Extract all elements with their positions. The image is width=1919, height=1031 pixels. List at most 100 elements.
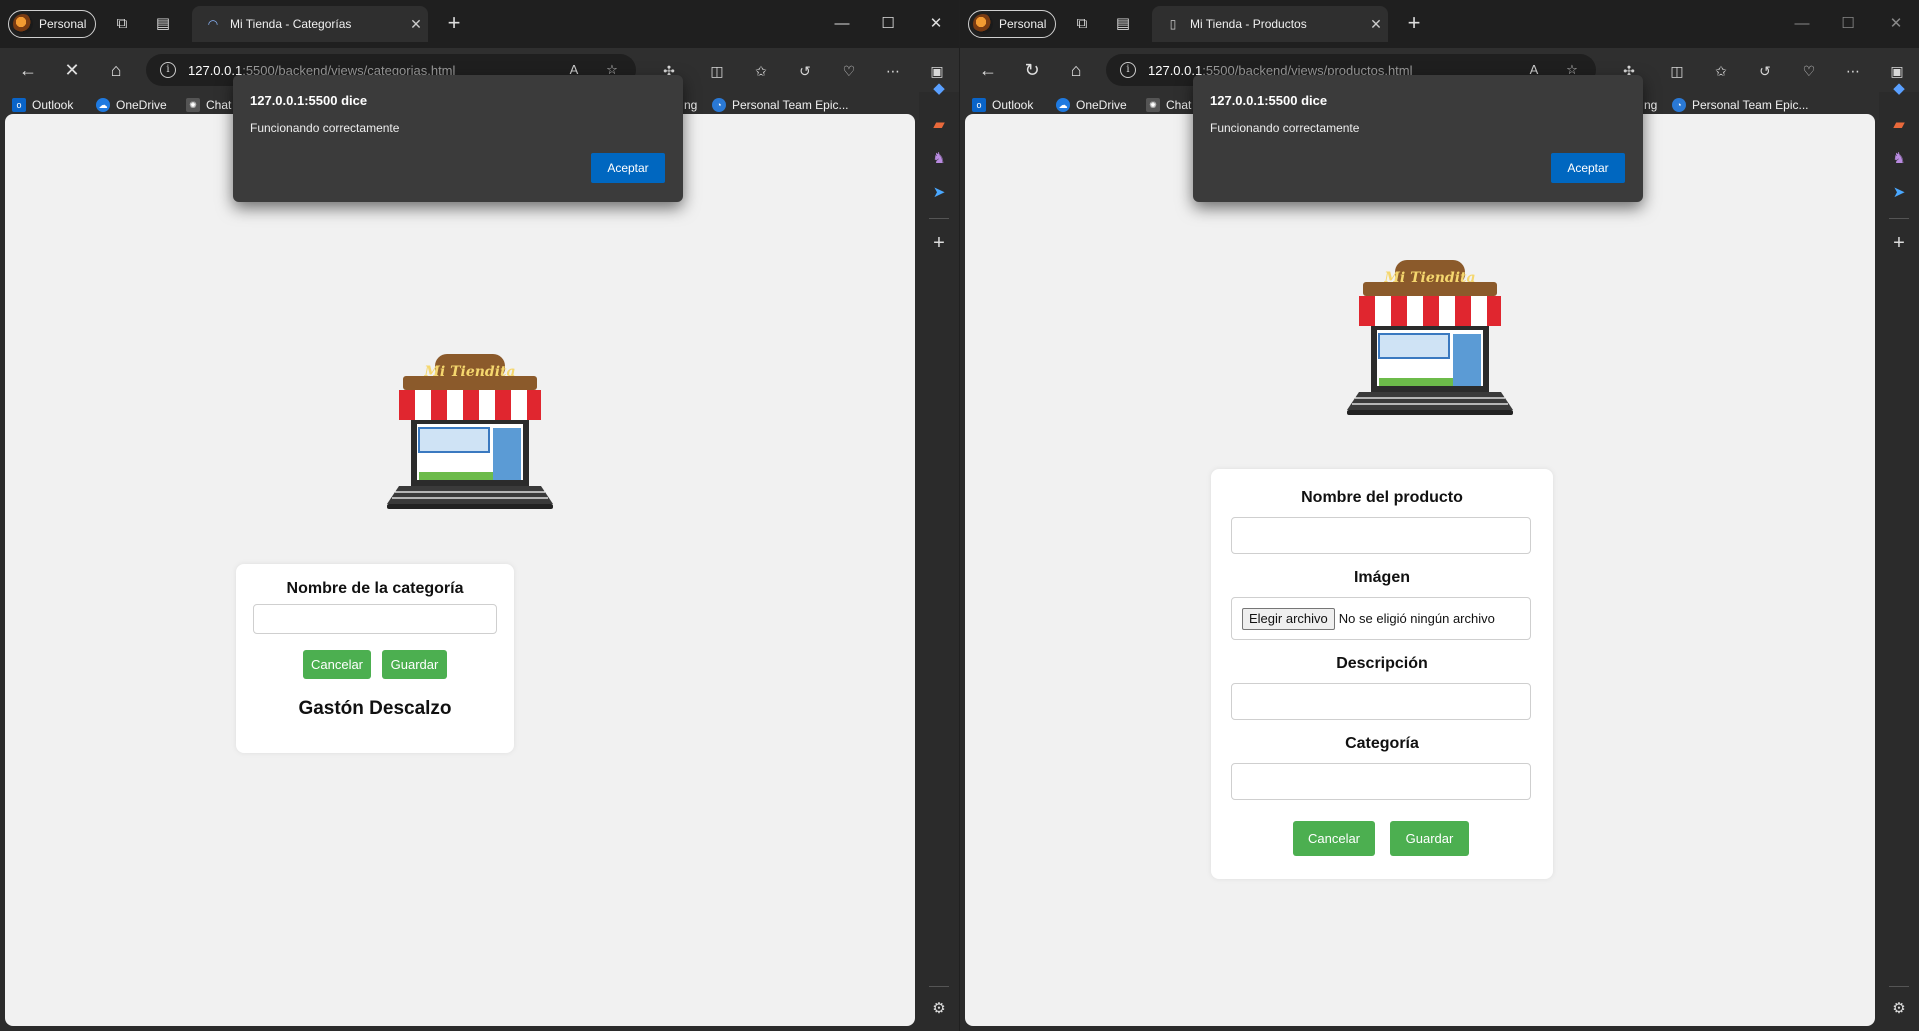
- accept-button[interactable]: Aceptar: [591, 153, 665, 183]
- product-name-input[interactable]: [1231, 517, 1531, 554]
- url-host: 127.0.0.1: [188, 62, 243, 78]
- info-icon[interactable]: i: [160, 62, 176, 78]
- games-icon[interactable]: ♞: [928, 148, 950, 170]
- bookmark-label: ng: [1644, 98, 1658, 112]
- home-icon[interactable]: ⌂: [1064, 58, 1088, 82]
- split-screen-icon[interactable]: ◫: [1666, 60, 1688, 82]
- alert-dialog: 127.0.0.1:5500 dice Funcionando correcta…: [1193, 75, 1643, 202]
- chat-icon: ✺: [186, 98, 200, 112]
- browser-essentials-icon[interactable]: ♡: [1798, 60, 1820, 82]
- shopping-tag-icon[interactable]: ◆: [928, 78, 950, 100]
- info-icon[interactable]: i: [1120, 62, 1136, 78]
- logo-text: Mi Tiendita: [1383, 270, 1475, 286]
- back-icon[interactable]: ←: [16, 58, 40, 82]
- stop-icon[interactable]: ✕: [60, 58, 84, 82]
- send-icon[interactable]: ➤: [1888, 182, 1910, 204]
- azure-devops-icon: ◔: [712, 98, 726, 112]
- browser-window-categorias: Personal ⧉ ▤ ◠ Mi Tienda - Categorías ✕ …: [0, 0, 959, 1031]
- description-input[interactable]: [1231, 683, 1531, 720]
- vertical-tabs-icon[interactable]: ▤: [153, 14, 173, 34]
- workspaces-icon[interactable]: ⧉: [1072, 14, 1092, 34]
- dialog-title: 127.0.0.1:5500 dice: [1210, 93, 1328, 108]
- bookmark-personal-team[interactable]: ◔ Personal Team Epic...: [1672, 98, 1809, 112]
- category-form-card: Nombre de la categoría Cancelar Guardar …: [236, 564, 514, 753]
- browser-essentials-icon[interactable]: ♡: [838, 60, 860, 82]
- save-button[interactable]: Guardar: [382, 650, 447, 679]
- bookmark-outlook[interactable]: o Outlook: [12, 98, 73, 112]
- profile-button[interactable]: Personal: [968, 10, 1056, 38]
- toolbox-icon[interactable]: ▰: [1888, 114, 1910, 136]
- tab-bar: Personal ⧉ ▤ ▯ Mi Tienda - Productos ✕ +…: [960, 0, 1919, 48]
- category-input[interactable]: [1231, 763, 1531, 800]
- settings-icon[interactable]: ⚙: [1888, 998, 1910, 1020]
- bookmark-label: ng: [684, 98, 698, 112]
- category-name-label: Nombre de la categoría: [286, 580, 464, 597]
- new-tab-plus-icon[interactable]: +: [1402, 12, 1426, 36]
- more-icon[interactable]: ⋯: [882, 60, 904, 82]
- toolbox-icon[interactable]: ▰: [928, 114, 950, 136]
- settings-icon[interactable]: ⚙: [928, 998, 950, 1020]
- dialog-title: 127.0.0.1:5500 dice: [250, 93, 368, 108]
- close-window-icon[interactable]: ✕: [1884, 12, 1908, 36]
- page-icon: ▯: [1169, 17, 1177, 31]
- send-icon[interactable]: ➤: [928, 182, 950, 204]
- bookmark-outlook[interactable]: o Outlook: [972, 98, 1033, 112]
- home-icon[interactable]: ⌂: [104, 58, 128, 82]
- outlook-icon: o: [972, 98, 986, 112]
- cancel-button[interactable]: Cancelar: [303, 650, 371, 679]
- new-tab-plus-icon[interactable]: +: [442, 12, 466, 36]
- alert-dialog: 127.0.0.1:5500 dice Funcionando correcta…: [233, 75, 683, 202]
- cancel-button[interactable]: Cancelar: [1293, 821, 1375, 856]
- bookmark-personal-team[interactable]: ◔ Personal Team Epic...: [712, 98, 849, 112]
- outlook-icon: o: [12, 98, 26, 112]
- history-icon[interactable]: ↺: [794, 60, 816, 82]
- favorites-icon[interactable]: ✩: [750, 60, 772, 82]
- add-plus-icon[interactable]: +: [1888, 232, 1910, 254]
- accept-button[interactable]: Aceptar: [1551, 153, 1625, 183]
- choose-file-button[interactable]: Elegir archivo: [1242, 607, 1335, 630]
- games-icon[interactable]: ♞: [1888, 148, 1910, 170]
- profile-avatar: [973, 14, 993, 34]
- history-icon[interactable]: ↺: [1754, 60, 1776, 82]
- azure-devops-icon: ◔: [1672, 98, 1686, 112]
- bookmark-partial[interactable]: ng: [684, 98, 697, 112]
- dialog-message: Funcionando correctamente: [1210, 121, 1360, 135]
- image-file-input[interactable]: Elegir archivo No se eligió ningún archi…: [1231, 597, 1531, 640]
- maximize-icon[interactable]: ☐: [1836, 12, 1860, 36]
- vertical-tabs-icon[interactable]: ▤: [1113, 14, 1133, 34]
- bookmark-chat[interactable]: ✺ Chat: [186, 98, 231, 112]
- tab-productos[interactable]: ▯ Mi Tienda - Productos ✕: [1152, 6, 1388, 42]
- add-plus-icon[interactable]: +: [928, 232, 950, 254]
- author-name: Gastón Descalzo: [298, 698, 452, 719]
- profile-avatar: [13, 14, 33, 34]
- bookmark-partial[interactable]: ng: [1644, 98, 1657, 112]
- maximize-icon[interactable]: ☐: [876, 12, 900, 36]
- more-icon[interactable]: ⋯: [1842, 60, 1864, 82]
- tab-title: Mi Tienda - Productos: [1190, 17, 1307, 31]
- bookmark-label: Personal Team Epic...: [1692, 98, 1809, 112]
- page-content: Mi Tiendita Nombre de la categoría Cance…: [5, 114, 915, 1026]
- minimize-icon[interactable]: —: [1790, 12, 1814, 36]
- bookmark-chat[interactable]: ✺ Chat: [1146, 98, 1191, 112]
- minimize-icon[interactable]: —: [830, 12, 854, 36]
- save-button[interactable]: Guardar: [1390, 821, 1469, 856]
- bookmark-onedrive[interactable]: ☁ OneDrive: [1056, 98, 1127, 112]
- reload-icon[interactable]: ↻: [1020, 58, 1044, 82]
- close-window-icon[interactable]: ✕: [924, 12, 948, 36]
- back-icon[interactable]: ←: [976, 58, 1000, 82]
- category-name-input[interactable]: [253, 604, 497, 634]
- workspaces-icon[interactable]: ⧉: [112, 14, 132, 34]
- split-screen-icon[interactable]: ◫: [706, 60, 728, 82]
- tab-categorias[interactable]: ◠ Mi Tienda - Categorías ✕: [192, 6, 428, 42]
- favorites-icon[interactable]: ✩: [1710, 60, 1732, 82]
- sidebar-divider: [1889, 218, 1909, 219]
- shopping-tag-icon[interactable]: ◆: [1888, 78, 1910, 100]
- close-tab-icon[interactable]: ✕: [404, 16, 428, 33]
- category-label: Categoría: [1345, 735, 1419, 752]
- bookmark-onedrive[interactable]: ☁ OneDrive: [96, 98, 167, 112]
- product-form-card: Nombre del producto Imágen Elegir archiv…: [1211, 469, 1553, 879]
- profile-button[interactable]: Personal: [8, 10, 96, 38]
- bookmark-label: Chat: [206, 98, 232, 112]
- close-tab-icon[interactable]: ✕: [1364, 16, 1388, 33]
- logo-text: Mi Tiendita: [423, 364, 515, 380]
